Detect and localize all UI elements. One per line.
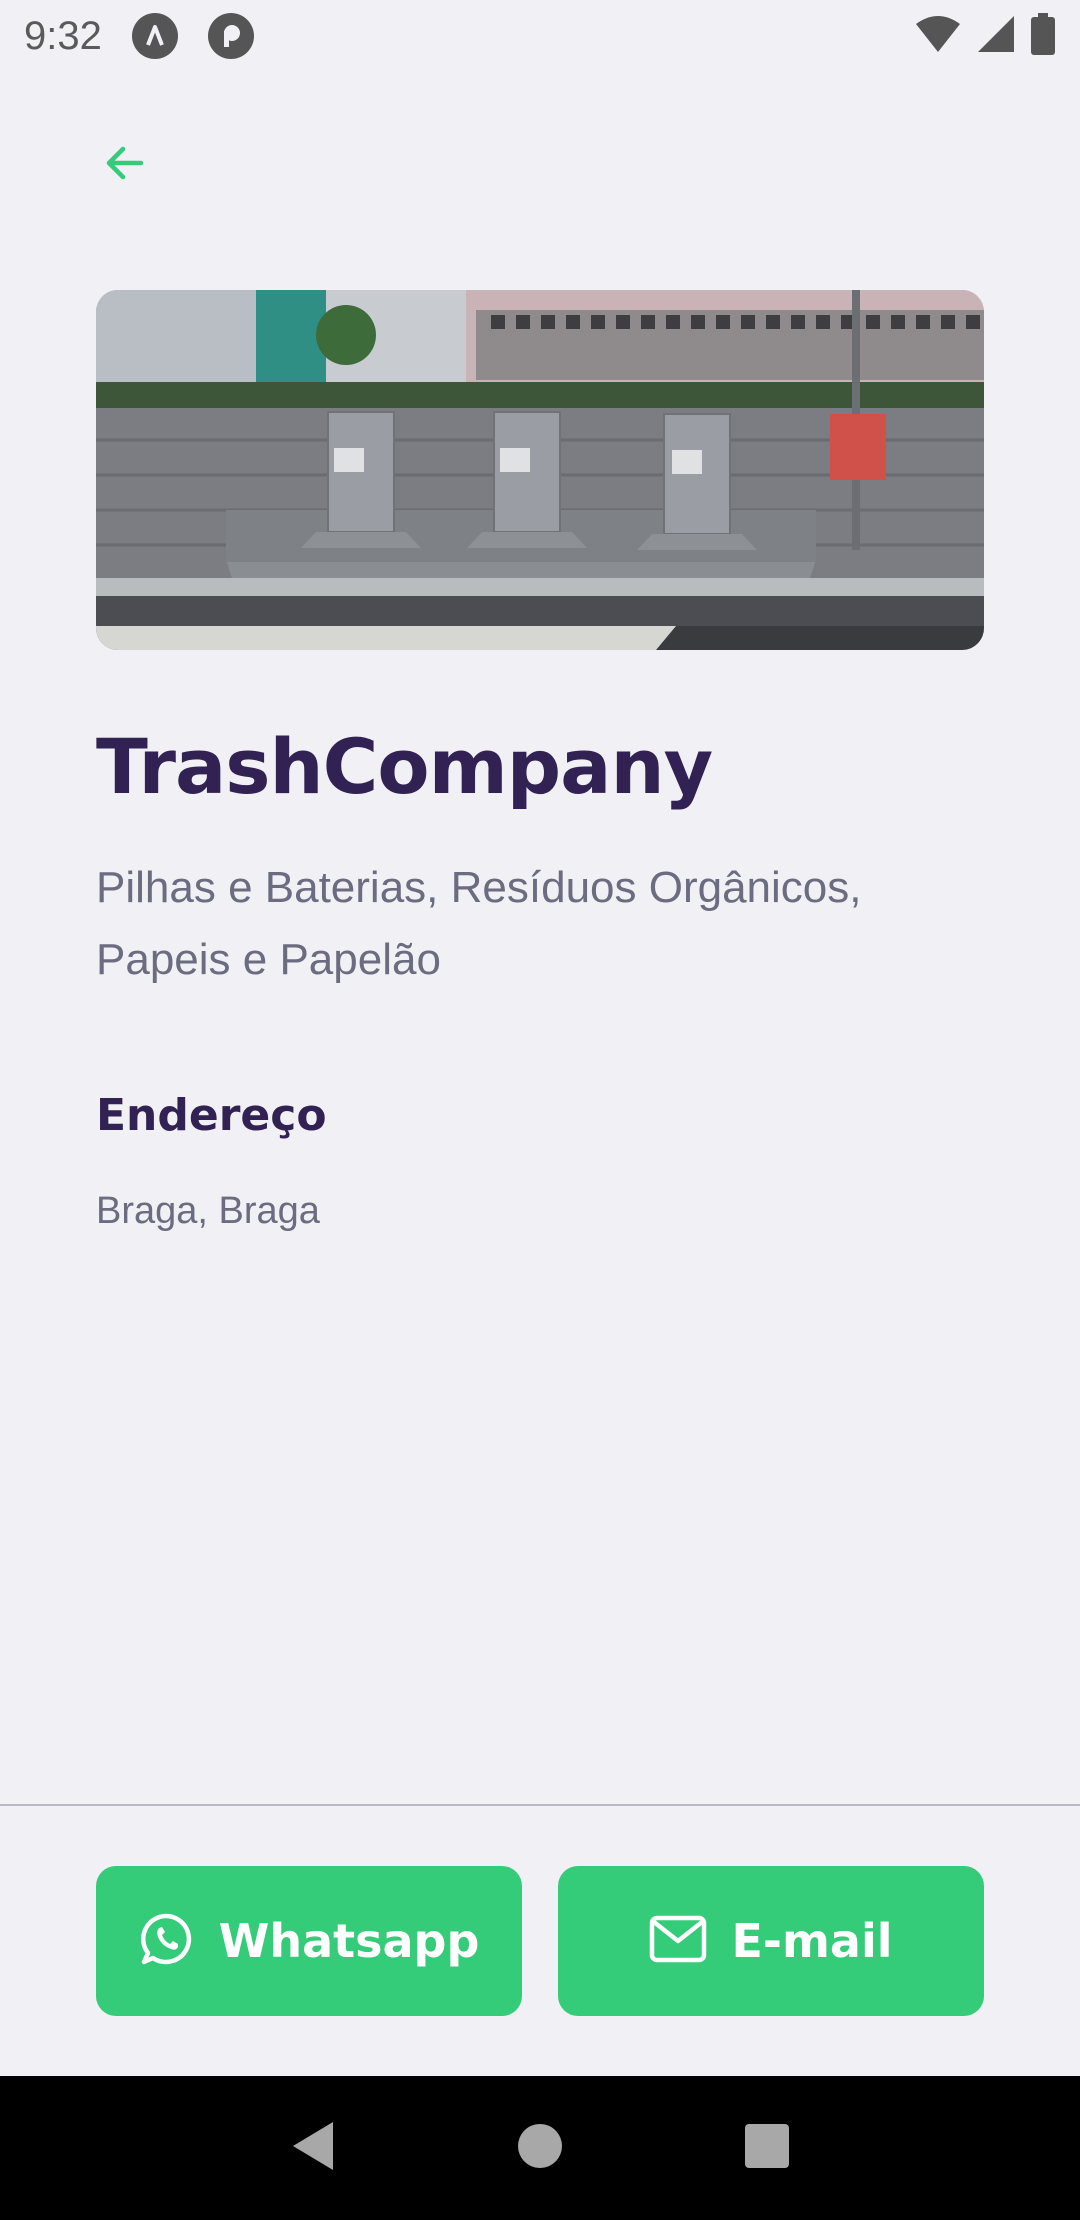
- email-button[interactable]: E-mail: [558, 1866, 984, 2016]
- battery-icon: [1030, 12, 1056, 60]
- nav-back-button[interactable]: [278, 2113, 348, 2183]
- mail-icon: [649, 1915, 707, 1968]
- address-value: Braga, Braga: [96, 1190, 320, 1232]
- whatsapp-icon: [139, 1911, 195, 1972]
- status-bar: 9:32: [0, 0, 1080, 72]
- status-left: 9:32: [24, 13, 254, 59]
- wifi-icon: [914, 14, 962, 59]
- email-label: E-mail: [731, 1914, 893, 1968]
- back-icon: [289, 2120, 337, 2177]
- address-title: Endereço: [96, 1090, 327, 1141]
- point-items: Pilhas e Baterias, Resíduos Orgânicos, P…: [96, 863, 862, 984]
- nav-recents-button[interactable]: [732, 2113, 802, 2183]
- home-icon: [517, 2123, 563, 2174]
- whatsapp-button[interactable]: Whatsapp: [96, 1866, 522, 2016]
- back-button[interactable]: [90, 130, 160, 200]
- app-notification-icon-a: [131, 13, 178, 59]
- arrow-left-icon: [101, 139, 149, 192]
- point-name: TrashCompany: [96, 722, 713, 811]
- recents-icon: [744, 2123, 790, 2174]
- cellular-signal-icon: [976, 14, 1016, 59]
- point-image: [96, 290, 984, 650]
- nav-home-button[interactable]: [505, 2113, 575, 2183]
- status-time: 9:32: [24, 13, 102, 58]
- whatsapp-label: Whatsapp: [218, 1914, 480, 1968]
- app-notification-icon-b: [207, 13, 254, 59]
- status-right: [914, 12, 1056, 60]
- navigation-bar: [0, 2076, 1080, 2220]
- footer-divider: [0, 1804, 1080, 1806]
